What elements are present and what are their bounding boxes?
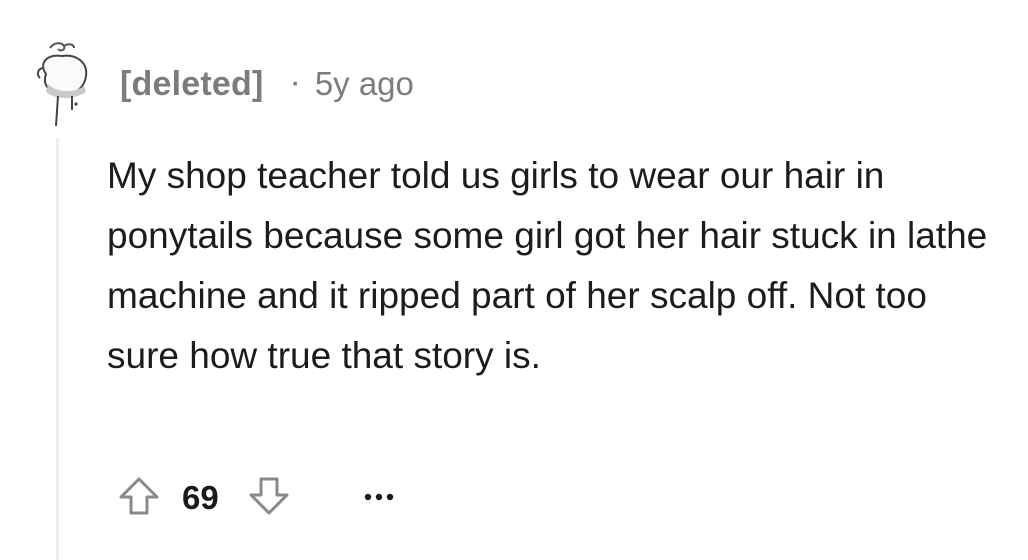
vote-score: 69 — [182, 479, 219, 516]
comment-meta: [deleted] · 5y ago — [120, 62, 414, 106]
meta-separator: · — [289, 62, 301, 101]
comment-age: 5y ago — [314, 65, 414, 102]
comment-body: My shop teacher told us girls to wear ou… — [107, 155, 988, 376]
comment: [deleted] · 5y ago My shop teacher told … — [0, 0, 1028, 560]
more-options-button[interactable] — [354, 478, 404, 518]
comment-actions: 69 — [112, 470, 404, 526]
upvote-arrow-icon — [117, 474, 161, 523]
thread-line[interactable] — [56, 138, 59, 560]
deleted-user-avatar-icon[interactable] — [28, 34, 98, 134]
more-options-icon — [364, 489, 394, 507]
comment-author[interactable]: [deleted] — [120, 65, 263, 104]
downvote-arrow-icon — [247, 474, 291, 523]
upvote-button[interactable] — [112, 471, 166, 525]
downvote-button[interactable] — [242, 471, 296, 525]
